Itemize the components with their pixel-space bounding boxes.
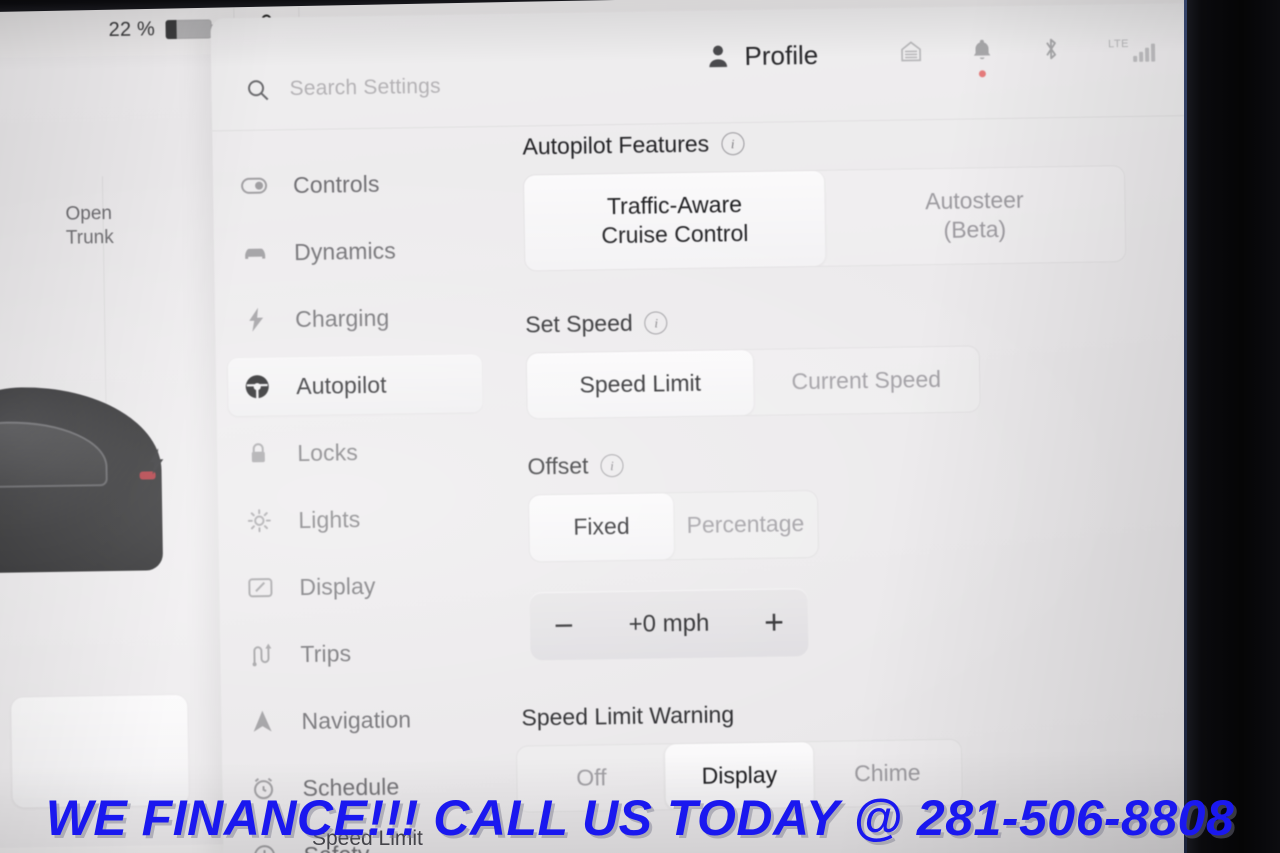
sidebar-item-lights[interactable]: Lights	[230, 488, 485, 550]
sidebar-item-navigation[interactable]: Navigation	[233, 689, 488, 751]
section-offset: Offset i Fixed Percentage	[517, 443, 1189, 563]
segment-autosteer-beta[interactable]: Autosteer (Beta)	[824, 166, 1125, 266]
segment-percentage[interactable]: Percentage	[673, 491, 818, 559]
garage-door-icon[interactable]	[898, 38, 924, 69]
profile-label: Profile	[744, 39, 819, 71]
segment-fixed[interactable]: Fixed	[528, 493, 674, 562]
segment-speed-limit[interactable]: Speed Limit	[526, 349, 754, 419]
sidebar-label: Dynamics	[293, 237, 397, 265]
search-settings-field[interactable]: Search Settings	[245, 75, 441, 102]
battery-percent-label: 22 %	[108, 17, 156, 41]
lte-label: LTE	[1108, 37, 1130, 51]
section-set-speed: Set Speed i Speed Limit Current Speed	[515, 301, 1187, 420]
offset-value-label: +0 mph	[628, 609, 710, 638]
charge-port-bolt-icon[interactable]	[147, 448, 165, 479]
dealer-watermark: WE FINANCE!!! CALL US TODAY @ 281-506-88…	[45, 790, 1235, 846]
sidebar-item-controls[interactable]: Controls	[225, 153, 480, 215]
signal-bars	[1133, 43, 1156, 62]
toggle-switch-icon	[241, 177, 268, 194]
sidebar-item-locks[interactable]: Locks	[229, 421, 484, 483]
segment-traffic-aware-cruise-control[interactable]: Traffic-Aware Cruise Control	[523, 170, 826, 271]
battery-icon	[165, 18, 213, 39]
autopilot-settings-content: Autopilot Features i Traffic-Aware Cruis…	[512, 123, 1193, 835]
lte-signal-icon[interactable]: LTE	[1108, 37, 1156, 63]
vehicle-image[interactable]	[0, 385, 164, 575]
bluetooth-icon[interactable]	[1040, 35, 1063, 68]
section-header: Set Speed i	[515, 301, 1185, 339]
info-icon[interactable]: i	[644, 311, 668, 335]
compass-arrow-icon	[249, 709, 275, 733]
settings-panel: Profile LTE Search Settings Controls Dyn…	[210, 2, 1218, 853]
section-title-label: Offset	[527, 452, 589, 480]
section-title-label: Set Speed	[525, 309, 633, 338]
sidebar-item-charging[interactable]: Charging	[227, 287, 482, 349]
sidebar-label: Locks	[297, 438, 359, 466]
section-header: Speed Limit Warning	[521, 694, 1191, 732]
vehicle-glass	[0, 420, 108, 489]
sidebar-label: Lights	[298, 505, 361, 533]
sidebar-item-autopilot[interactable]: Autopilot	[227, 354, 483, 417]
section-title-label: Speed Limit Warning	[521, 701, 735, 731]
sidebar-item-dynamics[interactable]: Dynamics	[226, 220, 481, 282]
notification-bell-icon[interactable]	[970, 37, 994, 77]
tesla-touchscreen: 22 % Profile 1:37 pm 87°F Open Trunk	[0, 0, 1218, 853]
sidebar-item-display[interactable]: Display	[231, 555, 486, 617]
padlock-icon	[245, 442, 271, 466]
sidebar-label: Display	[299, 572, 376, 600]
section-title-label: Autopilot Features	[522, 130, 710, 160]
section-header: Autopilot Features i	[512, 123, 1182, 161]
sun-brightness-icon	[246, 509, 272, 533]
profile-button[interactable]: Profile	[706, 39, 818, 72]
steering-wheel-icon	[244, 374, 270, 400]
screen-icon	[247, 576, 273, 598]
person-icon	[709, 45, 728, 68]
info-icon[interactable]: i	[600, 454, 624, 478]
set-speed-segmented-control: Speed Limit Current Speed	[525, 345, 981, 420]
sidebar-label: Autopilot	[296, 371, 387, 399]
photo-of-car-touchscreen: 22 % Profile 1:37 pm 87°F Open Trunk	[0, 0, 1280, 853]
segment-current-speed[interactable]: Current Speed	[753, 346, 980, 415]
car-front-icon	[242, 244, 268, 262]
offset-segmented-control: Fixed Percentage	[527, 490, 819, 563]
open-trunk-label[interactable]: Open Trunk	[65, 202, 136, 251]
info-icon[interactable]: i	[720, 132, 745, 156]
vehicle-visualization-panel: Open Trunk	[0, 54, 228, 848]
lightning-bolt-icon	[243, 307, 269, 332]
increase-offset-button[interactable]: +	[764, 603, 784, 641]
settings-sidebar: Controls Dynamics Charging Autopilot Loc…	[220, 144, 494, 853]
screen-bezel-right	[1184, 0, 1280, 853]
sidebar-label: Charging	[294, 304, 390, 332]
autopilot-features-segmented-control: Traffic-Aware Cruise Control Autosteer (…	[522, 165, 1127, 272]
sidebar-item-trips[interactable]: Trips	[232, 622, 487, 684]
sidebar-label: Trips	[300, 639, 352, 667]
sidebar-label: Navigation	[301, 705, 412, 734]
offset-value-stepper: − +0 mph +	[529, 587, 809, 661]
sidebar-label: Controls	[292, 170, 380, 198]
section-header: Offset i	[517, 443, 1187, 481]
section-autopilot-features: Autopilot Features i Traffic-Aware Cruis…	[512, 123, 1184, 272]
notification-badge	[978, 69, 987, 77]
search-placeholder: Search Settings	[289, 74, 441, 101]
route-icon	[248, 642, 274, 667]
decrease-offset-button[interactable]: −	[554, 607, 574, 645]
search-icon	[248, 80, 269, 101]
